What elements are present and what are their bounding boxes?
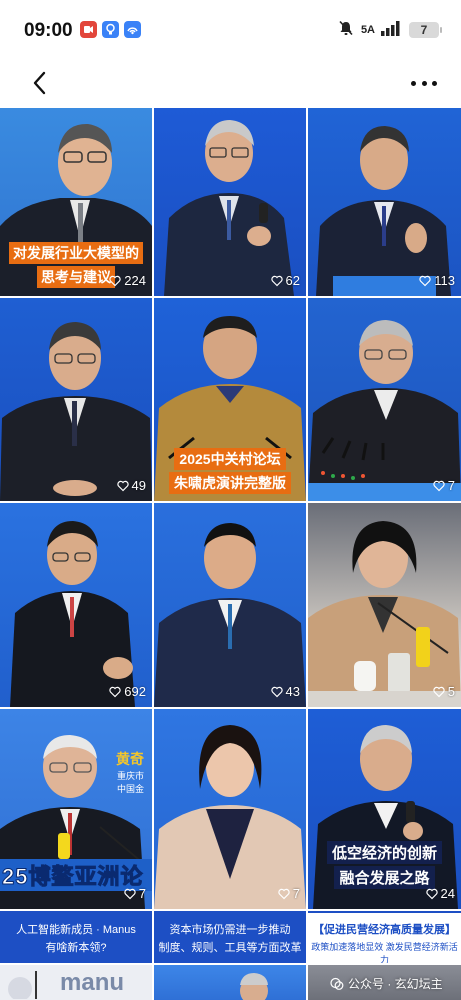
video-title-overlay: 2025中关村论坛 朱啸虎演讲完整版 bbox=[154, 448, 306, 494]
status-bar: 09:00 5A 7 bbox=[0, 0, 461, 60]
video-tile[interactable]: 43 bbox=[154, 503, 306, 707]
title-line: 朱啸虎演讲完整版 bbox=[169, 472, 291, 494]
heart-icon bbox=[278, 888, 290, 899]
video-title-overlay: 低空经济的创新 融合发展之路 bbox=[308, 841, 461, 889]
manus-logo: manu bbox=[60, 969, 125, 996]
like-count: 7 bbox=[433, 478, 455, 493]
like-count: 43 bbox=[270, 684, 300, 699]
heart-icon bbox=[433, 480, 445, 491]
speaker-image bbox=[154, 725, 306, 909]
speaker-image bbox=[0, 322, 152, 501]
heart-icon bbox=[270, 686, 283, 697]
speaker-image bbox=[308, 521, 461, 707]
caption-line: 制度、规则、工具等方面改革 bbox=[158, 942, 302, 954]
like-count: 7 bbox=[124, 886, 146, 901]
status-time: 09:00 bbox=[24, 20, 73, 41]
partial-graphic bbox=[8, 971, 37, 999]
battery-indicator: 7 bbox=[409, 22, 442, 38]
heart-icon bbox=[116, 480, 129, 491]
video-tile[interactable]: 2025中关村论坛 朱啸虎演讲完整版 bbox=[154, 298, 306, 501]
like-count: 62 bbox=[270, 273, 300, 288]
signal-icon bbox=[381, 20, 403, 41]
chevron-left-icon bbox=[33, 71, 46, 95]
caption-line: 人工智能新成员 · Manus bbox=[16, 924, 136, 936]
bulb-app-icon bbox=[102, 21, 119, 38]
top-navigation-bar bbox=[0, 60, 461, 108]
speaker-name-tag: 黄奇 重庆市 中国金 bbox=[116, 751, 144, 794]
more-dots-icon bbox=[411, 80, 416, 86]
wechat-icon bbox=[330, 977, 344, 990]
heart-icon bbox=[124, 888, 136, 899]
watermark: 公众号 · 玄幻坛主 bbox=[330, 975, 443, 992]
like-count: 7 bbox=[278, 886, 300, 901]
heart-icon bbox=[425, 888, 438, 899]
speaker-image bbox=[154, 523, 306, 707]
caption-tile[interactable]: 人工智能新成员 · Manus 有啥新本领? bbox=[0, 911, 152, 963]
video-tile[interactable] bbox=[154, 965, 306, 1000]
caption-tile[interactable]: 【促进民营经济高质量发展】 政策加速落地显效 激发民营经济新活力 bbox=[308, 911, 461, 963]
video-tile[interactable]: 113 bbox=[308, 108, 461, 296]
heart-icon bbox=[270, 275, 283, 286]
heart-icon bbox=[109, 686, 121, 697]
network-label: 5A bbox=[360, 24, 375, 36]
video-tile[interactable]: 对发展行业大模型的 思考与建议 224 bbox=[0, 108, 152, 296]
like-count: 5 bbox=[433, 684, 455, 699]
watermark-text: 公众号 · 玄幻坛主 bbox=[348, 977, 443, 991]
title-line: 2025中关村论坛 bbox=[174, 448, 286, 470]
title-line: 对发展行业大模型的 bbox=[9, 242, 143, 264]
video-tile[interactable]: 692 bbox=[0, 503, 152, 707]
speaker-image bbox=[240, 973, 268, 1000]
speaker-image bbox=[10, 521, 135, 707]
more-options-button[interactable] bbox=[407, 68, 441, 98]
video-tile[interactable]: 49 bbox=[0, 298, 152, 501]
video-grid: 对发展行业大模型的 思考与建议 224 62 113 49 2025中关村论坛 … bbox=[0, 108, 461, 1000]
video-tile[interactable]: 低空经济的创新 融合发展之路 24 bbox=[308, 709, 461, 909]
video-tile[interactable]: 7 bbox=[154, 709, 306, 909]
like-count: 224 bbox=[109, 273, 146, 288]
heart-icon bbox=[433, 686, 445, 697]
video-tile[interactable]: 黄奇 重庆市 中国金 25博鳌亚洲论 7 bbox=[0, 709, 152, 909]
like-count: 113 bbox=[419, 273, 455, 288]
back-button[interactable] bbox=[26, 68, 56, 98]
heart-icon bbox=[419, 275, 431, 286]
caption-line: 有啥新本领? bbox=[45, 942, 107, 954]
speaker-image bbox=[164, 120, 294, 296]
caption-tile[interactable]: 资本市场仍需进一步推动 制度、规则、工具等方面改革 bbox=[154, 911, 306, 963]
caption-line: 政策加速落地显效 激发民营经济新活力 bbox=[311, 942, 458, 963]
title-line: 思考与建议 bbox=[37, 266, 115, 288]
like-count: 692 bbox=[109, 684, 146, 699]
speaker-image bbox=[308, 320, 461, 501]
title-line: 融合发展之路 bbox=[334, 866, 435, 889]
video-tile[interactable]: 62 bbox=[154, 108, 306, 296]
mute-icon bbox=[337, 19, 355, 42]
video-tile[interactable]: 5 bbox=[308, 503, 461, 707]
hotspot-app-icon bbox=[124, 21, 141, 38]
title-line: 低空经济的创新 bbox=[326, 841, 442, 864]
like-count: 24 bbox=[425, 886, 455, 901]
like-count: 49 bbox=[116, 478, 146, 493]
heart-icon bbox=[109, 275, 121, 286]
video-app-icon bbox=[80, 21, 97, 38]
caption-line: 【促进民营经济高质量发展】 bbox=[313, 924, 456, 936]
caption-line: 资本市场仍需进一步推动 bbox=[169, 924, 291, 936]
speaker-image bbox=[316, 126, 451, 296]
video-tile[interactable]: 7 bbox=[308, 298, 461, 501]
video-tile[interactable]: manu bbox=[0, 965, 152, 1000]
